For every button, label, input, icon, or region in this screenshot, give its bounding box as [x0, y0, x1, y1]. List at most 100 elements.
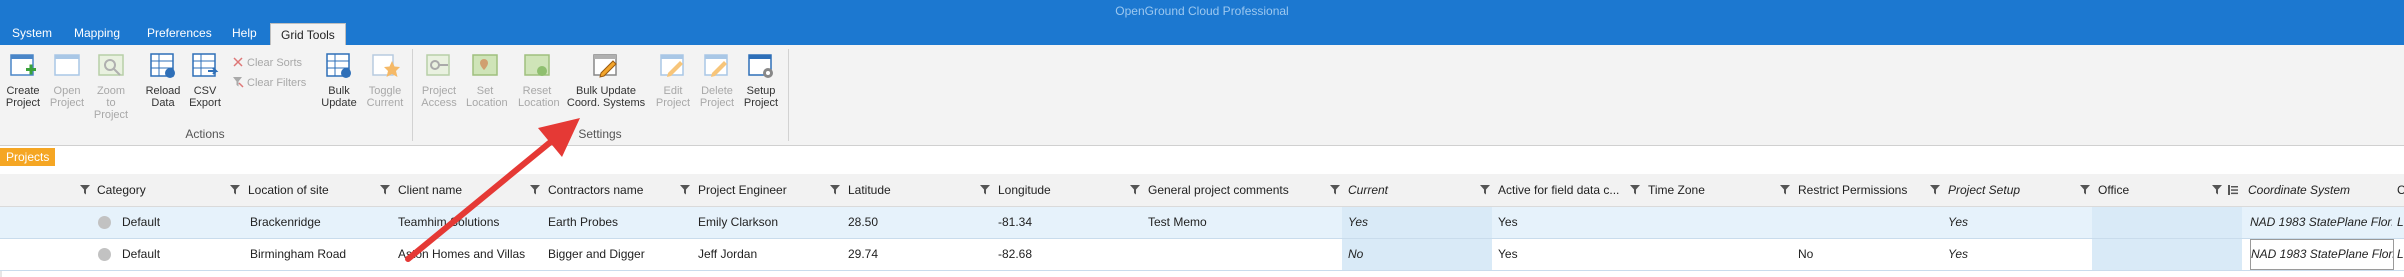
clear-filters-button[interactable]: Clear Filters: [232, 75, 306, 91]
column-header-active-field[interactable]: Active for field data c...: [1498, 174, 1626, 206]
reset-location-button[interactable]: Reset Location: [518, 51, 560, 109]
clear-sorts-label: Clear Sorts: [247, 57, 303, 69]
filter-icon[interactable]: [380, 185, 390, 195]
zoom-to-project-button[interactable]: Zoom to Project: [92, 51, 130, 121]
cell-category: Default: [122, 247, 161, 261]
cell-latitude: 28.50: [848, 215, 879, 229]
table-row[interactable]: Default Birmingham Road Aston Homes and …: [0, 239, 2404, 271]
csv-export-icon: [192, 53, 219, 77]
cell-time-zone: [1648, 207, 1788, 238]
cell-office: [2098, 239, 2238, 270]
bulk-update-coord-systems-label: Bulk Update Coord. Systems: [566, 85, 646, 109]
filter-icon[interactable]: [2080, 185, 2090, 195]
column-header-longitude[interactable]: Longitude: [998, 174, 1126, 206]
filter-icon[interactable]: [680, 185, 690, 195]
cell-current: Yes: [1348, 215, 1369, 229]
column-header-current[interactable]: Current: [1348, 174, 1476, 206]
filter-icon[interactable]: [230, 185, 240, 195]
cell-engineer: Emily Clarkson: [698, 215, 779, 229]
reset-location-label: Reset Location: [518, 85, 560, 109]
cell-project-setup: Yes: [1948, 215, 1969, 229]
filter-icon[interactable]: [1630, 185, 1640, 195]
reset-location-icon: [524, 54, 550, 76]
menu-preferences[interactable]: Preferences: [137, 22, 222, 45]
cell-contractors: Bigger and Digger: [548, 247, 645, 261]
column-header-category[interactable]: Category: [97, 174, 225, 206]
cell-location: Brackenridge: [250, 215, 321, 229]
clear-filters-icon: [233, 77, 244, 88]
filter-icon[interactable]: [1130, 185, 1140, 195]
actions-group-label: Actions: [185, 127, 225, 141]
bulk-update-coord-systems-button[interactable]: Bulk Update Coord. Systems: [566, 51, 646, 109]
filter-icon[interactable]: [830, 185, 840, 195]
cell-coordinate-system: NAD 1983 StatePlane Flori...: [2250, 215, 2392, 229]
clear-filters-label: Clear Filters: [247, 77, 307, 89]
cell-client: Teamhim Solutions: [398, 215, 500, 229]
table-row[interactable]: Default Brackenridge Teamhim Solutions E…: [0, 207, 2404, 239]
cell-contractors: Earth Probes: [548, 215, 619, 229]
menu-bar: System Mapping Preferences Help Grid Too…: [0, 22, 2404, 46]
reload-data-button[interactable]: Reload Data: [144, 51, 182, 109]
tab-projects[interactable]: Projects: [0, 148, 56, 166]
bulk-update-button[interactable]: Bulk Update: [320, 51, 358, 109]
column-header-restrict-permissions[interactable]: Restrict Permissions: [1798, 174, 1926, 206]
cell-client: Aston Homes and Villas: [398, 247, 526, 261]
filter-icon[interactable]: [80, 185, 90, 195]
app-title: OpenGround Cloud Professional: [1115, 4, 1289, 18]
cell-longitude: -81.34: [998, 215, 1033, 229]
edit-project-icon: [660, 54, 684, 77]
cell-restrict-permissions: No: [1798, 247, 1814, 261]
csv-export-button[interactable]: CSV Export: [186, 51, 224, 109]
menu-system[interactable]: System: [2, 22, 62, 45]
menu-grid-tools[interactable]: Grid Tools: [270, 23, 346, 46]
column-header-location[interactable]: Location of site: [248, 174, 376, 206]
column-header-cut-off[interactable]: C: [2397, 174, 2404, 206]
open-project-button[interactable]: Open Project: [48, 51, 86, 109]
create-project-button[interactable]: Create Project: [4, 51, 42, 109]
cell-active-field: Yes: [1498, 215, 1518, 229]
create-project-label: Create Project: [5, 85, 41, 109]
filter-icon[interactable]: [1780, 185, 1790, 195]
clear-sorts-button[interactable]: Clear Sorts: [232, 55, 302, 71]
column-header-client[interactable]: Client name: [398, 174, 526, 206]
menu-mapping[interactable]: Mapping: [64, 22, 130, 45]
reload-data-label: Reload Data: [145, 85, 181, 109]
status-dot-icon: [98, 216, 111, 229]
menu-help[interactable]: Help: [222, 22, 267, 45]
cell-category: Default: [122, 215, 161, 229]
column-header-latitude[interactable]: Latitude: [848, 174, 976, 206]
delete-project-button[interactable]: Delete Project: [698, 51, 736, 109]
toggle-current-button[interactable]: Toggle Current: [366, 51, 404, 109]
filter-icon[interactable]: [1330, 185, 1340, 195]
cell-longitude: -82.68: [998, 247, 1033, 261]
status-dot-icon: [98, 248, 111, 261]
cell-cut-off: L: [2397, 247, 2404, 261]
edit-project-label: Edit Project: [655, 85, 691, 109]
column-header-coordinate-system[interactable]: Coordinate System: [2248, 174, 2388, 206]
project-access-icon: [426, 54, 450, 76]
bulk-update-icon: [326, 53, 351, 78]
column-header-project-setup[interactable]: Project Setup: [1948, 174, 2076, 206]
column-header-time-zone[interactable]: Time Zone: [1648, 174, 1776, 206]
reload-data-icon: [150, 53, 175, 78]
setup-project-button[interactable]: Setup Project: [742, 51, 780, 109]
column-header-comments[interactable]: General project comments: [1148, 174, 1328, 206]
cell-coordinate-system-selected[interactable]: NAD 1983 StatePlane Flori...: [2250, 239, 2394, 270]
column-header-engineer[interactable]: Project Engineer: [698, 174, 826, 206]
project-access-button[interactable]: Project Access: [420, 51, 458, 109]
bulk-update-label: Bulk Update: [321, 85, 357, 109]
delete-project-label: Delete Project: [699, 85, 735, 109]
settings-group-label: Settings: [578, 127, 622, 141]
column-header-contractors[interactable]: Contractors name: [548, 174, 676, 206]
filter-icon[interactable]: [2212, 185, 2222, 195]
column-header-office[interactable]: Office: [2098, 174, 2208, 206]
set-location-button[interactable]: Set Location: [466, 51, 508, 109]
setup-project-icon: [748, 54, 773, 78]
filter-icon[interactable]: [1930, 185, 1940, 195]
edit-project-button[interactable]: Edit Project: [654, 51, 692, 109]
filter-icon[interactable]: [1480, 185, 1490, 195]
filter-icon[interactable]: [980, 185, 990, 195]
column-chooser-icon[interactable]: [2228, 185, 2238, 195]
filter-icon[interactable]: [530, 185, 540, 195]
delete-project-icon: [704, 54, 728, 77]
